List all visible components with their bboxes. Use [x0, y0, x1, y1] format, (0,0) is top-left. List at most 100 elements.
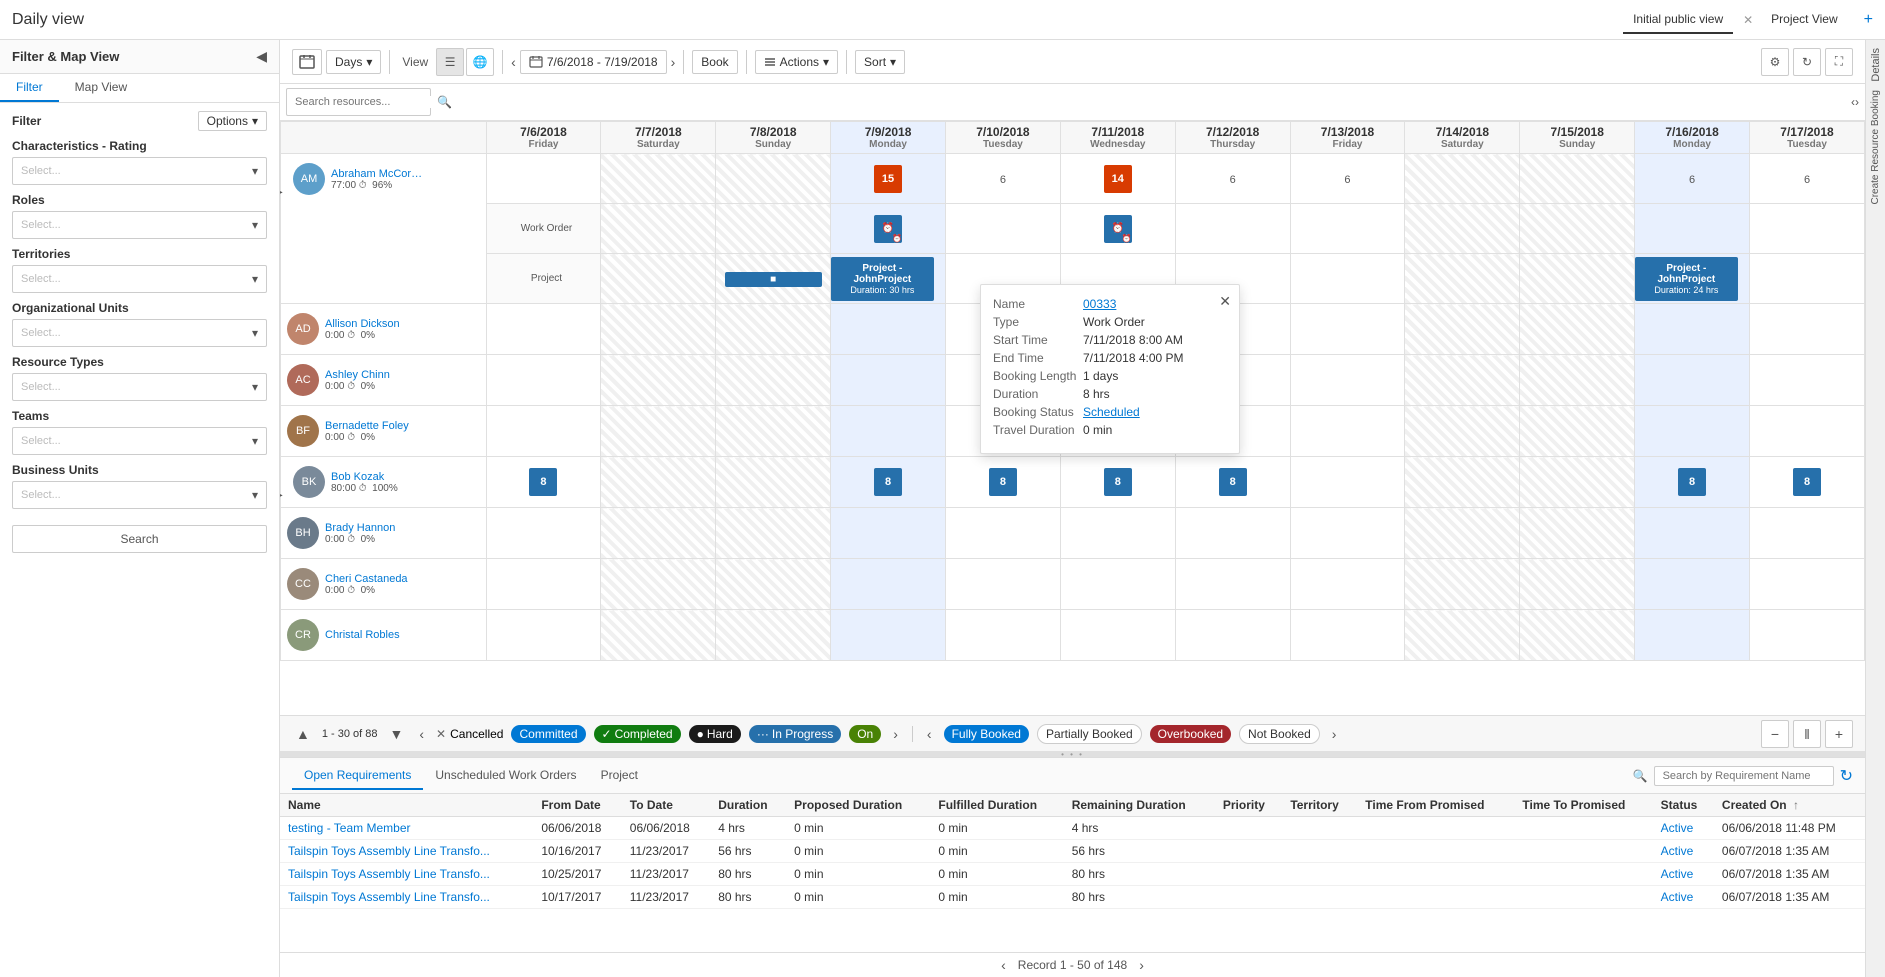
schedule-grid: 🔍 ‹ › [280, 84, 1865, 715]
tooltip-booking-status[interactable]: Scheduled [1083, 405, 1140, 419]
booking-block-15[interactable]: 15 [874, 165, 902, 193]
req-status-link-1[interactable]: Active [1661, 844, 1694, 858]
search-bar-row: 🔍 ‹ › [280, 84, 1865, 121]
req-name-link-3[interactable]: Tailspin Toys Assembly Line Transfo... [288, 890, 490, 904]
project-booking-abraham-2[interactable]: Project - JohnProject Duration: 24 hrs [1635, 257, 1737, 301]
actions-button[interactable]: Actions ▾ [755, 50, 838, 74]
bottom-plus-button[interactable]: + [1825, 720, 1853, 748]
req-name-link-1[interactable]: Tailspin Toys Assembly Line Transfo... [288, 844, 490, 858]
wo-block-1[interactable]: ⏰ [874, 215, 902, 243]
filter-territories-dropdown[interactable]: Select... ▾ [12, 265, 267, 293]
req-name-link-2[interactable]: Tailspin Toys Assembly Line Transfo... [288, 867, 490, 881]
toolbar-right-icons: ⚙ ↻ ⛶ [1761, 48, 1853, 76]
resource-name-brady[interactable]: Brady Hannon [325, 522, 425, 534]
expand-rows-button[interactable]: ▼ [386, 726, 408, 742]
booking-block-bob-4[interactable]: 8 [1104, 468, 1132, 496]
resource-name-christal[interactable]: Christal Robles [325, 629, 425, 641]
filter-roles-dropdown[interactable]: Select... ▾ [12, 211, 267, 239]
sort-chevron-icon: ▾ [890, 55, 896, 69]
legend-separator [912, 726, 913, 742]
settings-button[interactable]: ⚙ [1761, 48, 1789, 76]
booking-block-14[interactable]: 14 [1104, 165, 1132, 193]
req-name-link-0[interactable]: testing - Team Member [288, 821, 411, 835]
resource-name-bob[interactable]: Bob Kozak [331, 471, 431, 483]
search-input[interactable] [295, 96, 437, 108]
requirement-search-input[interactable] [1654, 766, 1834, 786]
filter-businessunits-dropdown[interactable]: Select... ▾ [12, 481, 267, 509]
table-row: BH Brady Hannon 0:00 ⏱ 0% [281, 508, 1865, 559]
schedule-cell [1520, 457, 1635, 508]
bottom-tab-project[interactable]: Project [589, 762, 650, 790]
wo-block-2[interactable]: ⏰ [1104, 215, 1132, 243]
records-next-button[interactable]: › [1135, 957, 1148, 973]
fullscreen-button[interactable]: ⛶ [1825, 48, 1853, 76]
date-header-1: 7/7/2018 Saturday [601, 122, 716, 154]
sidebar-search-button[interactable]: Search [12, 525, 267, 553]
scroll-right-button[interactable]: › [1855, 95, 1859, 109]
filter-options-button[interactable]: Options ▾ [198, 111, 267, 131]
bottom-pause-button[interactable]: ‖ [1793, 720, 1821, 748]
tooltip-name-link[interactable]: 00333 [1083, 297, 1116, 311]
tooltip-close-button[interactable]: ✕ [1219, 293, 1231, 310]
resource-name-allison[interactable]: Allison Dickson [325, 318, 425, 330]
booking-block-bob-6[interactable]: 8 [1678, 468, 1706, 496]
sidebar-collapse-icon[interactable]: ◀ [256, 48, 267, 65]
sort-createdon-icon[interactable]: ↑ [1793, 798, 1799, 812]
booking-block-bob-3[interactable]: 8 [989, 468, 1017, 496]
map-view-button[interactable]: 🌐 [466, 48, 494, 76]
close-tab-icon[interactable]: ✕ [1743, 13, 1753, 27]
req-status-link-2[interactable]: Active [1661, 867, 1694, 881]
sidebar-tab-mapview[interactable]: Map View [59, 74, 143, 102]
bottom-tab-openreq[interactable]: Open Requirements [292, 762, 423, 790]
schedule-cell [1405, 559, 1520, 610]
date-header-10: 7/16/2018 Monday [1635, 122, 1750, 154]
filter-teams-dropdown[interactable]: Select... ▾ [12, 427, 267, 455]
booking-block-bob-2[interactable]: 8 [874, 468, 902, 496]
prev-date-button[interactable]: ‹ [511, 54, 516, 70]
project-block-1[interactable]: ■ [725, 272, 822, 287]
tab-project-view[interactable]: Project View [1761, 6, 1847, 34]
resource-name-abraham[interactable]: Abraham McCormi... [331, 168, 431, 180]
expand-abraham-button[interactable]: ▶ [280, 187, 283, 198]
sort-button[interactable]: Sort ▾ [855, 50, 905, 74]
records-prev-button[interactable]: ‹ [997, 957, 1010, 973]
project-booking-abraham[interactable]: Project - JohnProject Duration: 30 hrs [831, 257, 933, 301]
tooltip-travel-duration: 0 min [1083, 423, 1112, 437]
schedule-cell [1750, 508, 1865, 559]
resource-name-bernadette[interactable]: Bernadette Foley [325, 420, 425, 432]
sidebar-tab-filter[interactable]: Filter [0, 74, 59, 102]
resource-name-ashley[interactable]: Ashley Chinn [325, 369, 425, 381]
req-duration-2: 80 hrs [710, 863, 786, 886]
booking-prev-button[interactable]: ‹ [923, 726, 936, 742]
list-view-button[interactable]: ☰ [436, 48, 464, 76]
next-date-button[interactable]: › [671, 54, 676, 70]
schedule-prev-button[interactable]: ‹ [415, 726, 428, 742]
create-resource-booking-label[interactable]: Create Resource Booking [1870, 90, 1881, 205]
booking-block-bob-5[interactable]: 8 [1219, 468, 1247, 496]
requirements-refresh-button[interactable]: ↻ [1840, 766, 1853, 786]
schedule-next-button[interactable]: › [889, 726, 902, 742]
filter-characteristics-dropdown[interactable]: Select... ▾ [12, 157, 267, 185]
booking-next-button[interactable]: › [1328, 726, 1341, 742]
req-status-link-0[interactable]: Active [1661, 821, 1694, 835]
booking-block-bob-1[interactable]: 8 [529, 468, 557, 496]
characteristics-chevron-icon: ▾ [252, 164, 258, 178]
bottom-minus-button[interactable]: − [1761, 720, 1789, 748]
add-tab-icon[interactable]: + [1864, 11, 1873, 29]
collapse-rows-button[interactable]: ▲ [292, 726, 314, 742]
tab-initial-public-view[interactable]: Initial public view [1623, 6, 1733, 34]
req-status-link-3[interactable]: Active [1661, 890, 1694, 904]
expand-bob-button[interactable]: ▶ [280, 490, 283, 501]
days-button[interactable]: Days ▾ [326, 50, 381, 74]
resource-search-bar[interactable]: 🔍 [286, 88, 431, 116]
req-duration-3: 80 hrs [710, 886, 786, 909]
resource-name-cheri[interactable]: Cheri Castaneda [325, 573, 425, 585]
right-sidebar-label[interactable]: Details [1870, 48, 1882, 82]
refresh-button[interactable]: ↻ [1793, 48, 1821, 76]
filter-resourcetypes-dropdown[interactable]: Select... ▾ [12, 373, 267, 401]
filter-org-dropdown[interactable]: Select... ▾ [12, 319, 267, 347]
booking-block-bob-7[interactable]: 8 [1793, 468, 1821, 496]
book-button[interactable]: Book [692, 50, 737, 74]
bottom-tab-unscheduled[interactable]: Unscheduled Work Orders [423, 762, 588, 790]
schedule-icon-button[interactable] [292, 49, 322, 75]
